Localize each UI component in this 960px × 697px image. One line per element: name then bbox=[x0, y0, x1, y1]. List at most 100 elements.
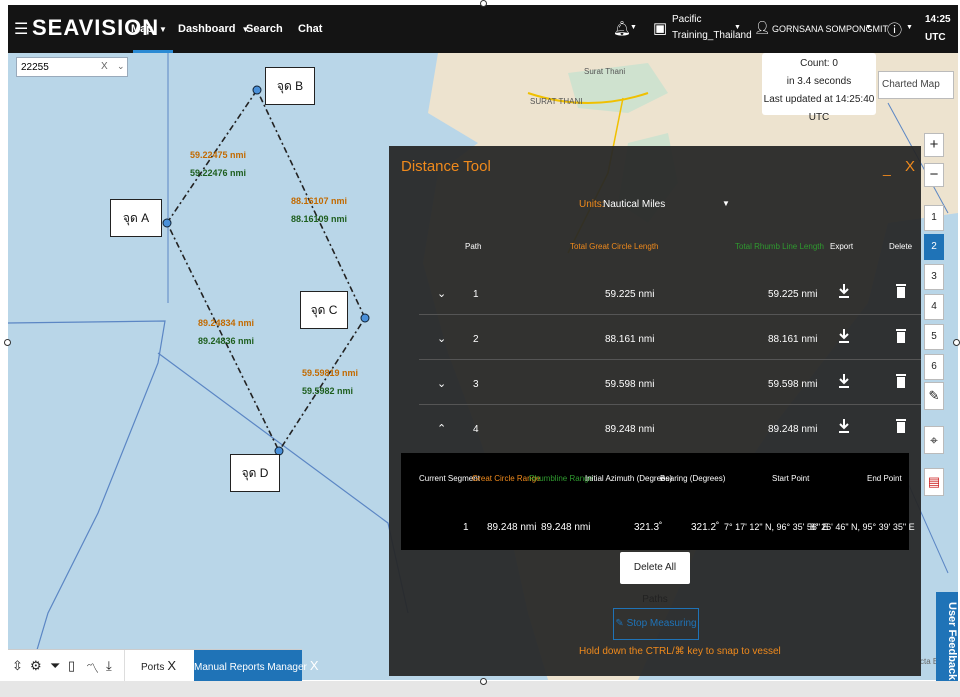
segment-great-circle: 59.22475 nmi bbox=[190, 150, 247, 160]
segment-details-table: Current Segment Great Circle Range Rhumb… bbox=[401, 453, 915, 550]
split-icon[interactable]: ⇳ bbox=[12, 658, 23, 674]
tab-manual-reports-manager[interactable]: Manual Reports Manager X bbox=[194, 650, 319, 681]
clipboard-icon[interactable]: ▯ bbox=[68, 658, 75, 674]
nav-search[interactable]: Search bbox=[246, 23, 283, 35]
point-label-a: จุด A bbox=[110, 199, 162, 237]
trash-icon[interactable] bbox=[895, 418, 907, 434]
user-feedback-button[interactable]: User Feedback bbox=[936, 592, 958, 684]
help-icon[interactable]: ⓘ bbox=[887, 19, 902, 40]
chevron-down-icon[interactable]: ▼ bbox=[722, 199, 730, 208]
download-icon[interactable]: ⤓ bbox=[106, 658, 112, 674]
segment-rhumb: 59.5982 nmi bbox=[302, 386, 354, 396]
tab-ports[interactable]: Ports X bbox=[124, 650, 192, 681]
seg-header-bearing: Bearing (Degrees) bbox=[660, 474, 726, 483]
chevron-down-icon[interactable]: ▼ bbox=[865, 24, 872, 31]
nav-map[interactable]: Map ▼ bbox=[131, 23, 167, 35]
path-number: 1 bbox=[473, 289, 479, 300]
pencil-icon[interactable]: ✎ bbox=[924, 382, 944, 410]
close-icon[interactable]: X bbox=[167, 658, 176, 673]
layer-button-5[interactable]: 5 bbox=[924, 324, 944, 350]
path-rhumb: 59.225 nmi bbox=[768, 289, 818, 300]
resize-handle[interactable] bbox=[953, 339, 960, 346]
locate-icon[interactable]: ⌖ bbox=[924, 426, 944, 454]
user-icon: 👤︎ bbox=[754, 20, 771, 35]
segment-great-circle: 59.59819 nmi bbox=[302, 368, 359, 378]
org-badge-icon: ▣ bbox=[653, 20, 668, 37]
gear-icon[interactable]: ⚙ bbox=[30, 658, 42, 674]
layer-button-6[interactable]: 6 bbox=[924, 354, 944, 380]
header-export: Export bbox=[830, 242, 854, 251]
download-icon[interactable] bbox=[837, 373, 851, 389]
layer-button-4[interactable]: 4 bbox=[924, 294, 944, 320]
layer-button-2[interactable]: 2 bbox=[924, 234, 944, 260]
train-icon[interactable]: ▤ bbox=[924, 468, 944, 496]
path-vertex-c[interactable] bbox=[360, 313, 370, 323]
header-rhumb: Total Rhumb Line Length bbox=[735, 242, 824, 251]
chevron-down-icon[interactable]: ⌄ bbox=[437, 332, 446, 345]
resize-handle[interactable] bbox=[4, 339, 11, 346]
resize-handle[interactable] bbox=[480, 0, 487, 7]
units-select[interactable]: Nautical Miles bbox=[603, 199, 665, 210]
seg-bearing: 321.2˚ bbox=[691, 522, 720, 533]
chevron-down-icon[interactable]: ⌄ bbox=[117, 61, 125, 72]
place-label: SURAT THANI bbox=[530, 97, 583, 106]
vessel-search-field[interactable]: X ⌄ bbox=[16, 57, 128, 77]
trash-icon[interactable] bbox=[895, 328, 907, 344]
clock-time: 14:25 bbox=[925, 14, 951, 25]
trash-icon[interactable] bbox=[895, 283, 907, 299]
nav-chat-label: Chat bbox=[298, 23, 323, 35]
zoom-in-button[interactable]: + bbox=[924, 133, 944, 157]
app-window: ☰ SEAVISION Map ▼ Dashboard ▼ Search Chat … bbox=[0, 0, 960, 697]
trash-icon[interactable] bbox=[895, 373, 907, 389]
zoom-out-button[interactable]: − bbox=[924, 163, 944, 187]
download-icon[interactable] bbox=[837, 328, 851, 344]
path-great-circle: 89.248 nmi bbox=[605, 424, 655, 435]
chevron-down-icon[interactable]: ▼ bbox=[630, 24, 637, 31]
seg-header-end: End Point bbox=[867, 474, 902, 483]
nav-dashboard[interactable]: Dashboard ▼ bbox=[178, 23, 249, 35]
last-updated: Last updated at 14:25:40 UTC bbox=[763, 94, 875, 123]
chevron-down-icon[interactable]: ⌄ bbox=[437, 377, 446, 390]
chevron-down-icon[interactable]: ⌄ bbox=[437, 287, 446, 300]
seg-great-circle: 89.248 nmi bbox=[487, 522, 537, 533]
minimize-button[interactable]: _ bbox=[883, 160, 891, 176]
chevron-down-icon[interactable]: ▼ bbox=[734, 24, 741, 31]
path-row: ⌄ 2 88.161 nmi 88.161 nmi bbox=[419, 320, 921, 360]
seg-rhumbline: 89.248 nmi bbox=[541, 522, 591, 533]
layer-button-3[interactable]: 3 bbox=[924, 264, 944, 290]
nav-dashboard-label: Dashboard bbox=[178, 23, 236, 35]
stop-measuring-button[interactable]: ✎ Stop Measuring bbox=[613, 608, 699, 640]
stop-measuring-label: Stop Measuring bbox=[626, 618, 697, 629]
top-navigation-bar: ☰ SEAVISION Map ▼ Dashboard ▼ Search Chat … bbox=[8, 5, 958, 53]
delete-all-paths-button[interactable]: Delete All Paths bbox=[620, 552, 690, 605]
chevron-up-icon[interactable]: ⌃ bbox=[437, 422, 446, 435]
bottom-toolbar: ⇳ ⚙ ⏷ ▯ 〽 ⤓ Ports X Manual Reports Manage… bbox=[8, 649, 319, 681]
download-icon[interactable] bbox=[837, 283, 851, 299]
chart-line-icon[interactable]: 〽 bbox=[86, 658, 99, 677]
close-icon[interactable]: X bbox=[310, 658, 319, 673]
segment-great-circle: 88.16107 nmi bbox=[291, 196, 348, 206]
clear-icon[interactable]: X bbox=[101, 61, 108, 72]
bell-icon[interactable]: 🔔︎ bbox=[613, 20, 631, 37]
filter-icon[interactable]: ⏷ bbox=[50, 658, 60, 674]
nav-chat[interactable]: Chat bbox=[298, 23, 322, 35]
seg-current: 1 bbox=[463, 522, 469, 533]
org-name-line1[interactable]: Pacific bbox=[672, 14, 701, 25]
path-vertex-a[interactable] bbox=[162, 218, 172, 228]
measured-path-line bbox=[166, 88, 366, 453]
snap-hint: Hold down the CTRL/⌘ key to snap to vess… bbox=[579, 646, 781, 657]
hamburger-menu-icon[interactable]: ☰ bbox=[14, 19, 28, 39]
org-name-line2[interactable]: Training_Thailand bbox=[672, 30, 752, 41]
vessel-search-input[interactable] bbox=[17, 58, 87, 76]
path-number: 2 bbox=[473, 334, 479, 345]
layer-button-1[interactable]: 1 bbox=[924, 205, 944, 231]
base-layer-select[interactable]: Charted Map bbox=[878, 71, 954, 99]
segment-rhumb: 59.22476 nmi bbox=[190, 168, 247, 178]
segment-rhumb: 88.16109 nmi bbox=[291, 214, 348, 224]
download-icon[interactable] bbox=[837, 418, 851, 434]
path-great-circle: 59.598 nmi bbox=[605, 379, 655, 390]
resize-handle[interactable] bbox=[480, 678, 487, 685]
close-button[interactable]: X bbox=[905, 158, 915, 175]
chevron-down-icon[interactable]: ▼ bbox=[906, 24, 913, 31]
path-vertex-b[interactable] bbox=[252, 85, 262, 95]
